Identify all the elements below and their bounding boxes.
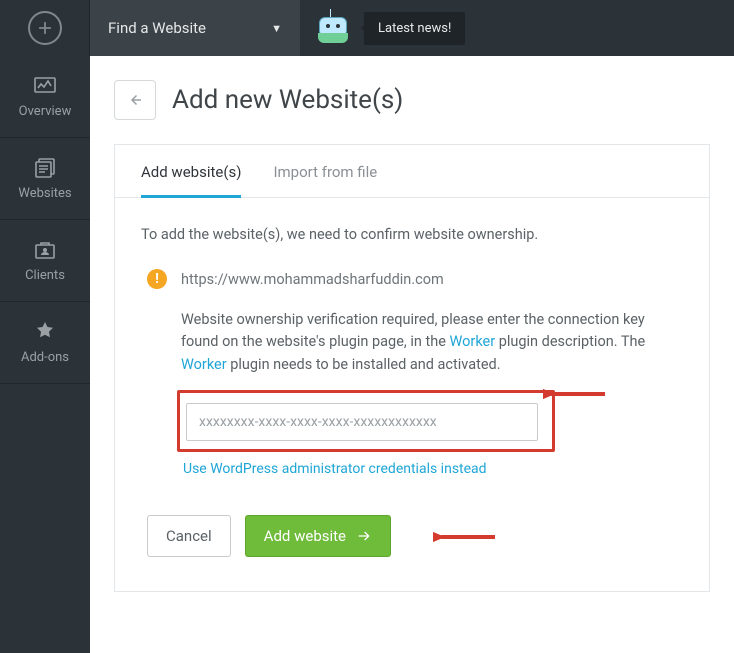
worker-link-2[interactable]: Worker xyxy=(181,356,227,373)
sidebar-item-label: Websites xyxy=(18,186,71,201)
sidebar-item-label: Add-ons xyxy=(21,350,69,365)
annotation-arrow-icon xyxy=(433,527,497,547)
warning-icon: ! xyxy=(147,269,167,289)
sidebar-item-label: Overview xyxy=(19,104,72,119)
addons-icon xyxy=(32,320,58,344)
find-website-label: Find a Website xyxy=(108,19,206,37)
clients-icon xyxy=(32,238,58,262)
sidebar-item-clients[interactable]: Clients xyxy=(0,220,90,302)
page-header: Add new Website(s) xyxy=(114,80,710,120)
panel-add-website: To add the website(s), we need to confir… xyxy=(115,198,709,591)
tab-add-websites[interactable]: Add website(s) xyxy=(141,145,241,198)
sidebar-item-addons[interactable]: Add-ons xyxy=(0,302,90,384)
websites-icon xyxy=(32,156,58,180)
alt-link[interactable]: Use WordPress administrator credentials … xyxy=(183,461,487,477)
main-content: Add new Website(s) Add website(s) Import… xyxy=(90,56,734,653)
add-website-card: Add website(s) Import from file To add t… xyxy=(114,144,710,592)
verify-mid: plugin description. The xyxy=(495,333,645,350)
actions: Cancel Add website xyxy=(147,515,683,557)
arrow-right-icon xyxy=(356,528,372,544)
overview-icon xyxy=(32,74,58,98)
cancel-button[interactable]: Cancel xyxy=(147,515,231,557)
sidebar: Overview Websites Clients Add-ons xyxy=(0,56,90,653)
annotation-arrow-icon xyxy=(543,384,607,404)
sidebar-item-websites[interactable]: Websites xyxy=(0,138,90,220)
connection-key-input[interactable] xyxy=(186,403,538,441)
site-row: ! https://www.mohammadsharfuddin.com xyxy=(147,269,683,289)
intro-text: To add the website(s), we need to confir… xyxy=(141,226,683,243)
arrow-left-icon xyxy=(126,91,144,109)
add-website-label: Add website xyxy=(264,527,346,545)
news-area: Latest news! xyxy=(300,0,465,56)
robot-mascot-icon xyxy=(316,11,350,45)
verification-text: Website ownership verification required,… xyxy=(181,309,683,376)
plus-icon xyxy=(28,11,62,45)
back-button[interactable] xyxy=(114,80,156,120)
sidebar-item-label: Clients xyxy=(25,268,65,283)
tab-import-file[interactable]: Import from file xyxy=(273,145,377,197)
add-website-button[interactable]: Add website xyxy=(245,515,391,557)
connection-key-highlight xyxy=(177,390,555,452)
tab-label: Import from file xyxy=(273,163,377,181)
tab-label: Add website(s) xyxy=(141,163,241,181)
page-title: Add new Website(s) xyxy=(172,85,403,115)
worker-link-1[interactable]: Worker xyxy=(449,333,495,350)
use-wp-admin-credentials: Use WordPress administrator credentials … xyxy=(183,460,683,477)
topbar: Find a Website ▼ Latest news! xyxy=(0,0,734,56)
latest-news-button[interactable]: Latest news! xyxy=(364,12,465,45)
cancel-label: Cancel xyxy=(166,527,212,545)
find-website-dropdown[interactable]: Find a Website ▼ xyxy=(90,0,300,56)
chevron-down-icon: ▼ xyxy=(271,22,282,35)
tabs: Add website(s) Import from file xyxy=(115,145,709,198)
site-url: https://www.mohammadsharfuddin.com xyxy=(181,271,444,288)
verify-post: plugin needs to be installed and activat… xyxy=(227,356,501,373)
news-label: Latest news! xyxy=(378,21,451,36)
add-new-button[interactable] xyxy=(0,0,90,56)
sidebar-item-overview[interactable]: Overview xyxy=(0,56,90,138)
